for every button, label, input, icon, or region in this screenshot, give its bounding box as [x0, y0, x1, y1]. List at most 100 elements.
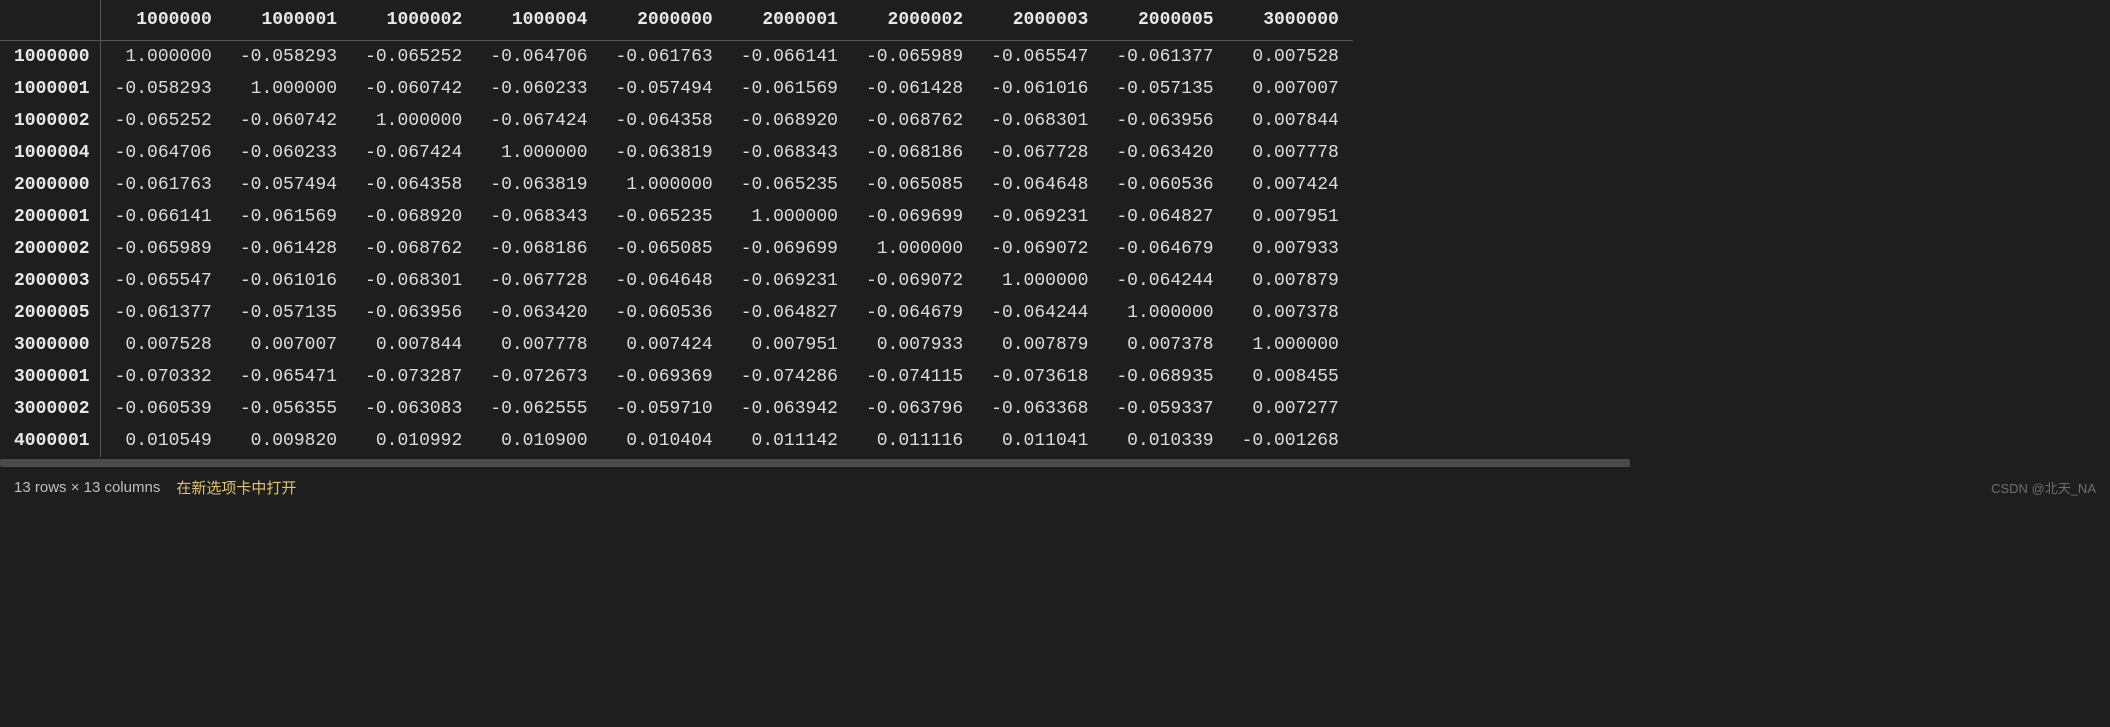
cell-value: 0.011142: [727, 425, 852, 457]
column-header: 2000003: [977, 0, 1102, 41]
cell-value: -0.064679: [852, 297, 977, 329]
cell-value: -0.065252: [351, 41, 476, 74]
cell-value: -0.063420: [476, 297, 601, 329]
row-header: 3000002: [0, 393, 100, 425]
cell-value: -0.063083: [351, 393, 476, 425]
cell-value: -0.061428: [852, 73, 977, 105]
cell-value: -0.069699: [727, 233, 852, 265]
table-row: 2000001-0.066141-0.061569-0.068920-0.068…: [0, 201, 1353, 233]
column-header: 1000000: [100, 0, 226, 41]
cell-value: -0.056355: [226, 393, 351, 425]
cell-value: 0.010339: [1102, 425, 1227, 457]
cell-value: -0.068343: [476, 201, 601, 233]
cell-value: -0.065989: [100, 233, 226, 265]
cell-value: 0.007378: [1228, 297, 1353, 329]
cell-value: -0.065252: [100, 105, 226, 137]
column-header: 2000005: [1102, 0, 1227, 41]
cell-value: 0.007879: [1228, 265, 1353, 297]
cell-value: -0.061569: [226, 201, 351, 233]
cell-value: -0.062555: [476, 393, 601, 425]
cell-value: -0.061763: [100, 169, 226, 201]
row-header: 3000000: [0, 329, 100, 361]
row-header: 1000000: [0, 41, 100, 74]
table-body: 10000001.000000-0.058293-0.065252-0.0647…: [0, 41, 1353, 458]
table-row: 2000000-0.061763-0.057494-0.064358-0.063…: [0, 169, 1353, 201]
row-header: 3000001: [0, 361, 100, 393]
cell-value: 0.007424: [1228, 169, 1353, 201]
cell-value: -0.064679: [1102, 233, 1227, 265]
correlation-table: 1000000100000110000021000004200000020000…: [0, 0, 1353, 457]
cell-value: -0.065235: [727, 169, 852, 201]
cell-value: 0.010900: [476, 425, 601, 457]
column-header: 2000001: [727, 0, 852, 41]
cell-value: -0.067728: [476, 265, 601, 297]
cell-value: 1.000000: [1228, 329, 1353, 361]
cell-value: -0.061016: [226, 265, 351, 297]
table-row: 2000002-0.065989-0.061428-0.068762-0.068…: [0, 233, 1353, 265]
table-row: 3000001-0.070332-0.065471-0.073287-0.072…: [0, 361, 1353, 393]
table-row: 2000003-0.065547-0.061016-0.068301-0.067…: [0, 265, 1353, 297]
dataframe-output: 1000000100000110000021000004200000020000…: [0, 0, 2110, 506]
cell-value: -0.069231: [727, 265, 852, 297]
cell-value: -0.059337: [1102, 393, 1227, 425]
table-row: 2000005-0.061377-0.057135-0.063956-0.063…: [0, 297, 1353, 329]
cell-value: 1.000000: [852, 233, 977, 265]
cell-value: -0.064706: [100, 137, 226, 169]
column-header: 1000004: [476, 0, 601, 41]
cell-value: 0.011116: [852, 425, 977, 457]
cell-value: -0.060539: [100, 393, 226, 425]
cell-value: -0.061016: [977, 73, 1102, 105]
cell-value: -0.067424: [476, 105, 601, 137]
cell-value: -0.068186: [852, 137, 977, 169]
horizontal-scrollbar-thumb[interactable]: [0, 459, 1630, 467]
horizontal-scrollbar-track[interactable]: [0, 459, 2110, 467]
cell-value: 0.007378: [1102, 329, 1227, 361]
table-row: 1000004-0.064706-0.060233-0.0674241.0000…: [0, 137, 1353, 169]
cell-value: -0.069231: [977, 201, 1102, 233]
cell-value: -0.068935: [1102, 361, 1227, 393]
cell-value: 0.007007: [1228, 73, 1353, 105]
cell-value: -0.061377: [100, 297, 226, 329]
cell-value: -0.067728: [977, 137, 1102, 169]
cell-value: -0.064244: [1102, 265, 1227, 297]
cell-value: -0.063819: [476, 169, 601, 201]
cell-value: -0.068186: [476, 233, 601, 265]
cell-value: -0.065235: [602, 201, 727, 233]
cell-value: -0.068920: [351, 201, 476, 233]
cell-value: -0.064648: [602, 265, 727, 297]
cell-value: 0.010404: [602, 425, 727, 457]
cell-value: -0.065471: [226, 361, 351, 393]
cell-value: 0.007951: [1228, 201, 1353, 233]
cell-value: 0.007844: [1228, 105, 1353, 137]
cell-value: -0.063819: [602, 137, 727, 169]
cell-value: -0.001268: [1228, 425, 1353, 457]
cell-value: -0.061377: [1102, 41, 1227, 74]
cell-value: 0.007933: [852, 329, 977, 361]
cell-value: -0.063942: [727, 393, 852, 425]
cell-value: -0.060742: [226, 105, 351, 137]
cell-value: -0.073287: [351, 361, 476, 393]
cell-value: 0.007844: [351, 329, 476, 361]
cell-value: -0.065547: [100, 265, 226, 297]
cell-value: -0.070332: [100, 361, 226, 393]
cell-value: 1.000000: [351, 105, 476, 137]
cell-value: 0.007277: [1228, 393, 1353, 425]
cell-value: -0.068920: [727, 105, 852, 137]
cell-value: -0.066141: [727, 41, 852, 74]
table-row: 10000001.000000-0.058293-0.065252-0.0647…: [0, 41, 1353, 74]
cell-value: -0.068762: [852, 105, 977, 137]
column-header: 1000001: [226, 0, 351, 41]
cell-value: -0.064827: [1102, 201, 1227, 233]
open-in-new-tab-link[interactable]: 在新选项卡中打开: [176, 477, 296, 498]
row-header: 1000001: [0, 73, 100, 105]
table-header: 1000000100000110000021000004200000020000…: [0, 0, 1353, 41]
cell-value: -0.074286: [727, 361, 852, 393]
table-scroll-area[interactable]: 1000000100000110000021000004200000020000…: [0, 0, 2110, 457]
row-header: 2000003: [0, 265, 100, 297]
cell-value: -0.063956: [1102, 105, 1227, 137]
cell-value: -0.063420: [1102, 137, 1227, 169]
cell-value: 1.000000: [1102, 297, 1227, 329]
row-col-summary: 13 rows × 13 columns: [14, 479, 160, 496]
row-header: 4000001: [0, 425, 100, 457]
cell-value: 0.007951: [727, 329, 852, 361]
